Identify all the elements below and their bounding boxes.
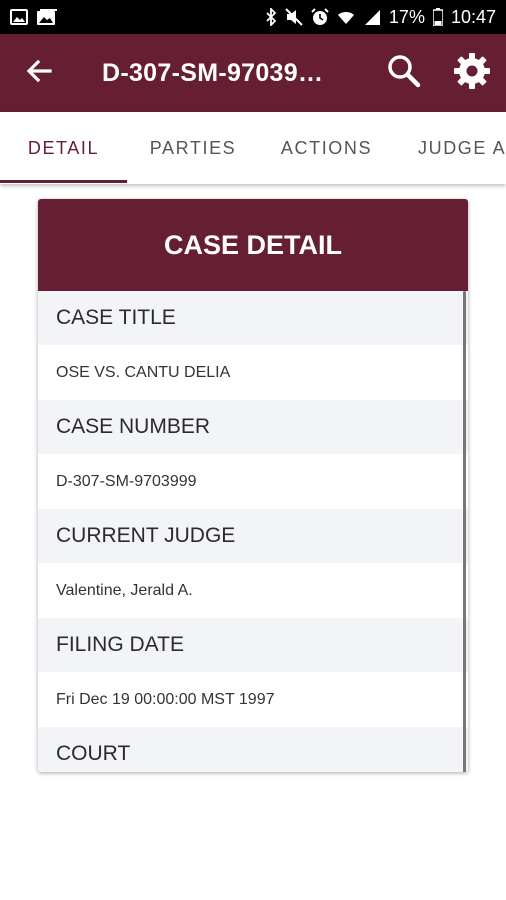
- tab-parties[interactable]: PARTIES: [127, 112, 259, 184]
- case-detail-card: CASE DETAIL CASE TITLE OSE VS. CANTU DEL…: [38, 199, 468, 772]
- tab-indicator: [0, 180, 127, 183]
- tab-bar: DETAIL PARTIES ACTIONS JUDGE A: [0, 112, 506, 184]
- tab-judge[interactable]: JUDGE A: [394, 112, 506, 184]
- case-title-label: CASE TITLE: [38, 291, 468, 345]
- status-bar-right: 17% 10:47: [265, 7, 496, 28]
- clock: 10:47: [450, 6, 496, 27]
- gallery-icon: [36, 8, 58, 26]
- wifi-icon: [337, 8, 355, 26]
- battery-percent: 17%: [388, 6, 425, 27]
- status-bar: 17% 10:47: [0, 0, 506, 34]
- gear-icon: [452, 51, 492, 96]
- current-judge-label: CURRENT JUDGE: [38, 509, 468, 563]
- back-button[interactable]: [0, 34, 78, 112]
- tab-actions[interactable]: ACTIONS: [259, 112, 394, 184]
- case-number-label: CASE NUMBER: [38, 400, 468, 454]
- case-number-value: D-307-SM-9703999: [38, 454, 468, 509]
- mute-icon: [285, 8, 303, 26]
- filing-date-label: FILING DATE: [38, 618, 468, 672]
- settings-button[interactable]: [438, 34, 506, 112]
- case-title-value: OSE VS. CANTU DELIA: [38, 345, 468, 400]
- page-title: D-307-SM-97039…: [102, 58, 324, 87]
- battery-icon: [432, 8, 443, 26]
- card-title: CASE DETAIL: [38, 199, 468, 291]
- status-bar-left: [10, 8, 58, 26]
- signal-icon: [363, 8, 381, 26]
- app-bar: D-307-SM-97039…: [0, 34, 506, 112]
- filing-date-value: Fri Dec 19 00:00:00 MST 1997: [38, 672, 468, 727]
- current-judge-value: Valentine, Jerald A.: [38, 563, 468, 618]
- court-label: COURT: [38, 727, 468, 772]
- app-bar-actions: [370, 34, 506, 112]
- image-icon: [10, 9, 28, 25]
- card-scrollbar[interactable]: [463, 291, 466, 772]
- arrow-back-icon: [26, 58, 52, 89]
- search-icon: [386, 53, 422, 94]
- alarm-icon: [311, 8, 329, 26]
- bluetooth-icon: [265, 8, 277, 26]
- tab-detail[interactable]: DETAIL: [0, 112, 127, 184]
- search-button[interactable]: [370, 34, 438, 112]
